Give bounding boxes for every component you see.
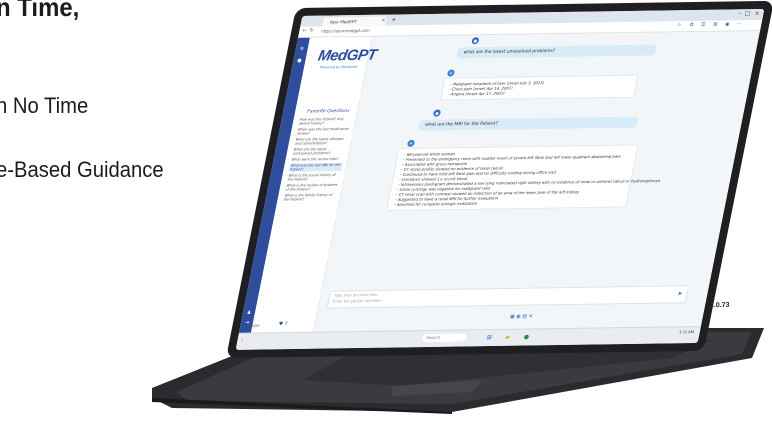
favorite-question-item[interactable]: What was the last MRI for the Patient? [289, 162, 343, 172]
taskbar-search[interactable]: Search [421, 333, 467, 343]
folder-icon[interactable]: ▰ [505, 334, 511, 341]
maximize-icon[interactable]: □ [744, 10, 751, 17]
settings-icon[interactable]: ⋯ [736, 21, 742, 27]
bot-avatar: ✦ [446, 69, 456, 77]
browser-window: Ayur MedGPT × + – □ × ← ↻ https://ayurme… [235, 8, 765, 350]
logo-tagline: Powered by Medeinfo [319, 64, 358, 70]
favorite-question-item[interactable]: What is the review of systems of the Pat… [285, 183, 339, 192]
star-icon[interactable]: ☆ [676, 22, 682, 28]
favorite-question-item[interactable]: What were the recent labs? [291, 157, 344, 162]
back-icon[interactable]: ← [302, 28, 307, 34]
answer-card-1: - Malignant neoplasm of liver (onset Jul… [440, 74, 639, 101]
favorite-question-item[interactable]: What is the family history of the Patien… [283, 193, 337, 202]
user-icon[interactable]: ♟ [245, 310, 252, 316]
hero-line-1: n No Time [0, 93, 89, 118]
sidebar-footer-icons[interactable]: ♥ ? [278, 321, 288, 327]
send-icon[interactable]: ➤ [677, 290, 683, 297]
input-placeholder-2: Enter the patient identifier [332, 298, 382, 304]
new-tab-button[interactable]: + [391, 16, 397, 23]
close-window-icon[interactable]: × [754, 10, 760, 17]
favorite-question-item[interactable]: How was the Patient? Any dental history? [298, 117, 352, 126]
hero-line-2: e-Based Guidance [0, 157, 164, 182]
chat-icon[interactable]: ● [296, 58, 303, 64]
bot-avatar: ✦ [406, 139, 416, 147]
favorite-question-item[interactable]: What are the latest unresolved problems? [292, 147, 346, 155]
input-placeholder: Type your question here [333, 292, 378, 298]
question-bubble-1: what are the latest unresolved problems? [456, 44, 657, 59]
collections-icon[interactable]: ⊞ [713, 22, 718, 28]
user-avatar: ● [432, 109, 442, 117]
favorites-icon[interactable]: ☰ [700, 22, 706, 28]
taskbar-left-label: Changes [244, 323, 261, 328]
chat-tool-icons[interactable]: ▣ ◉ ▤ ✕ [509, 314, 533, 320]
question-input[interactable]: Type your question here Enter the patien… [326, 285, 690, 309]
answer-card-2: - 66-year-old white woman - Presented to … [386, 144, 661, 212]
browser-app-icon[interactable]: ● [523, 334, 530, 341]
question-bubble-2: what are the MRI for the Patient? [418, 116, 639, 131]
version-label: 1.0.73 [709, 301, 730, 310]
taskbar-clock: 1:31 AM [678, 330, 695, 335]
weather-widget[interactable]: ☀ [240, 338, 244, 342]
profile-icon[interactable]: ◉ [724, 21, 730, 27]
address-input[interactable]: https://ayurmedgpt.com [321, 26, 462, 34]
favorite-questions-title: Favorite Questions [306, 108, 350, 115]
minimize-icon[interactable]: – [738, 10, 742, 17]
extensions-icon[interactable]: ⧉ [689, 22, 694, 28]
favorite-question-item[interactable]: What is the social history of the Patien… [287, 173, 341, 182]
hero-top-line: n Time, [0, 0, 80, 22]
laptop-screen: Ayur MedGPT × + – □ × ← ↻ https://ayurme… [226, 0, 772, 359]
start-icon[interactable]: ⊞ [486, 334, 492, 341]
user-avatar: ● [471, 37, 480, 45]
menu-icon[interactable]: ≡ [298, 46, 305, 52]
favorite-question-item[interactable]: When was the last medication review? [296, 127, 350, 136]
favorite-question-item[interactable]: What are the latest allergies and comorb… [294, 137, 348, 146]
chat-area: ● what are the latest unresolved problem… [314, 31, 760, 333]
refresh-icon[interactable]: ↻ [309, 28, 314, 34]
